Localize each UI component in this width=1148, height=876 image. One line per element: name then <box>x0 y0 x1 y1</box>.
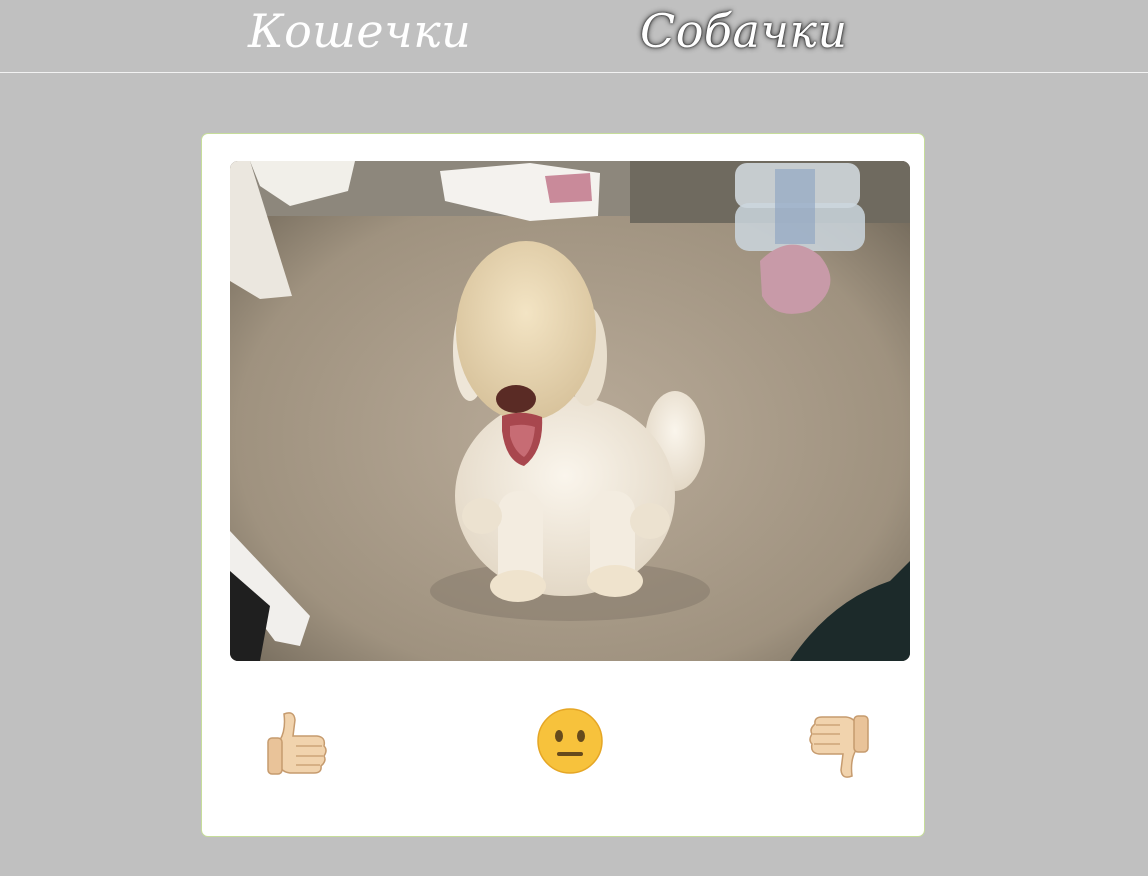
neutral-button[interactable] <box>535 706 605 776</box>
dislike-button[interactable] <box>804 714 874 784</box>
photo-card <box>201 133 925 837</box>
tab-cats[interactable]: Кошечки <box>248 4 471 58</box>
tab-dogs[interactable]: Собачки <box>640 4 848 58</box>
thumbs-up-icon <box>267 712 327 775</box>
like-button[interactable] <box>262 706 332 776</box>
dog-photo <box>230 161 910 661</box>
thumbs-down-icon <box>809 715 869 778</box>
top-nav: Кошечки Собачки <box>0 0 1148 73</box>
neutral-face-icon <box>537 708 603 774</box>
